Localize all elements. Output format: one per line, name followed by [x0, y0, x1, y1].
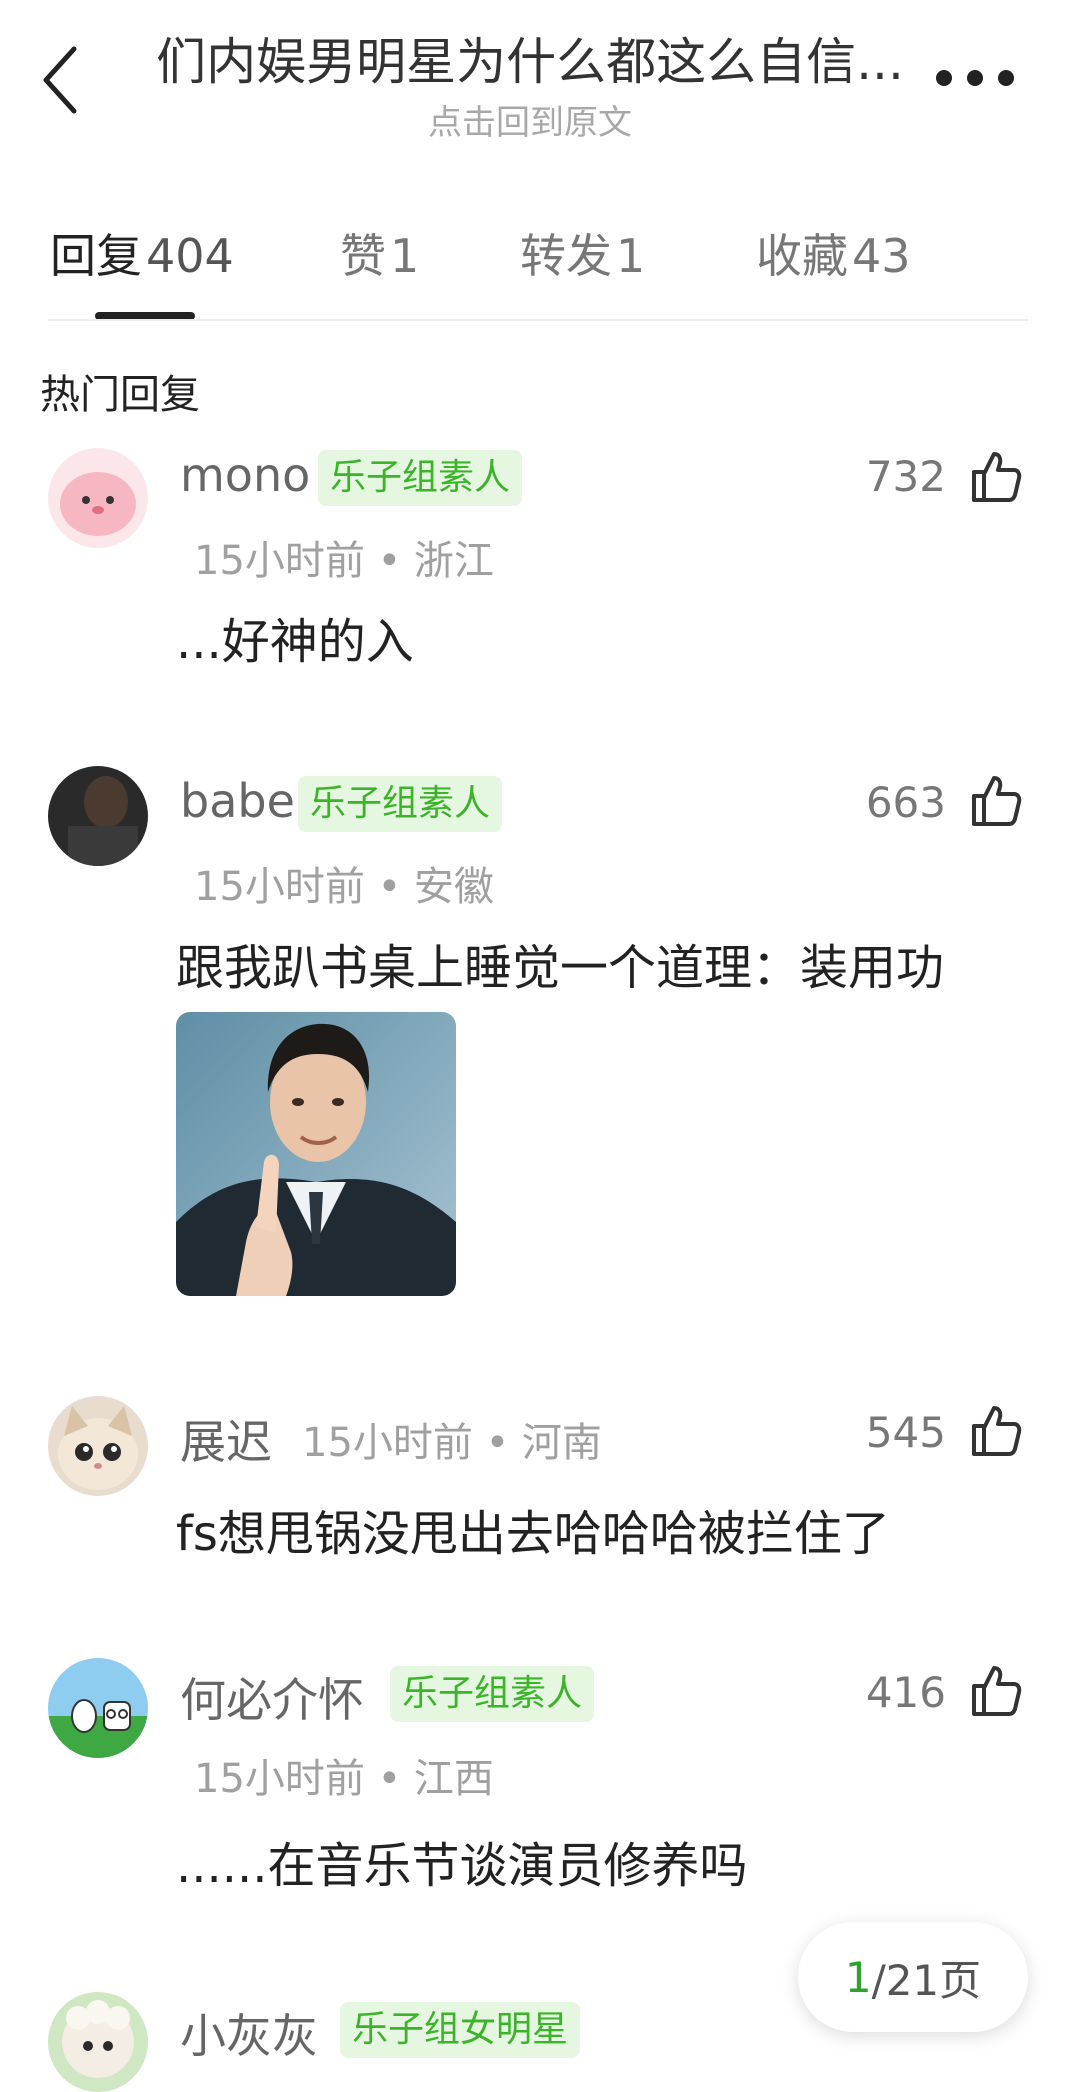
avatar[interactable] — [48, 1396, 148, 1496]
more-dot-icon — [967, 70, 983, 86]
page-indicator[interactable]: 1/21页 — [798, 1922, 1028, 2032]
thumbs-up-icon[interactable] — [968, 772, 1024, 828]
back-button[interactable] — [40, 40, 100, 120]
back-to-original-link[interactable]: 点击回到原文 — [150, 95, 910, 144]
time-location: 15小时前 • 河南 — [302, 1420, 602, 1466]
tab-count: 43 — [852, 229, 911, 283]
tab-bar: 回复404 赞1 转发1 收藏43 — [0, 200, 1076, 320]
avatar[interactable] — [48, 766, 148, 866]
like-count: 416 — [865, 1668, 946, 1717]
comment-text[interactable]: ......在音乐节谈演员修养吗 — [176, 1826, 748, 1896]
like-count: 545 — [865, 1408, 946, 1457]
username[interactable]: mono — [180, 448, 310, 502]
time-location: 15小时前 • 安徽 — [194, 864, 494, 910]
tab-likes[interactable]: 赞1 — [340, 220, 419, 286]
divider — [48, 319, 1028, 321]
avatar[interactable] — [48, 448, 148, 548]
lamb-avatar-icon — [48, 1992, 148, 2092]
user-badge: 乐子组素人 — [318, 450, 523, 506]
tab-label: 回复 — [50, 229, 142, 283]
like-count: 732 — [865, 452, 946, 501]
tab-label: 转发 — [520, 229, 612, 283]
user-badge: 乐子组素人 — [390, 1666, 595, 1722]
hot-replies-heading: 热门回复 — [40, 372, 200, 418]
total-pages: /21页 — [871, 1955, 982, 2005]
chevron-left-icon — [43, 46, 77, 114]
tab-reposts[interactable]: 转发1 — [520, 220, 645, 286]
avatar[interactable] — [48, 1992, 148, 2092]
tab-label: 赞 — [340, 229, 386, 283]
thumbs-up-icon[interactable] — [968, 448, 1024, 504]
username[interactable]: 小灰灰 — [180, 2000, 318, 2066]
comment-text[interactable]: fs想甩锅没甩出去哈哈哈被拦住了 — [176, 1494, 890, 1564]
tab-favorites[interactable]: 收藏43 — [756, 220, 911, 286]
tab-replies[interactable]: 回复404 — [50, 220, 234, 286]
dark-photo-avatar-icon — [48, 766, 148, 866]
tab-label: 收藏 — [756, 229, 848, 283]
current-page: 1 — [844, 1952, 872, 2002]
thumbs-up-icon[interactable] — [968, 1402, 1024, 1458]
avatar[interactable] — [48, 1658, 148, 1758]
like-count: 663 — [865, 778, 946, 827]
kitten-avatar-icon — [48, 1396, 148, 1496]
comment-photo[interactable] — [176, 1012, 456, 1296]
time-location: 15小时前 • 江西 — [194, 1756, 494, 1802]
tab-count: 1 — [616, 229, 646, 283]
post-title[interactable]: 们内娱男明星为什么都这么自信... — [150, 22, 910, 94]
tab-count: 404 — [146, 229, 234, 283]
man-pointing-photo — [176, 1012, 456, 1296]
time-location: 15小时前 • 浙江 — [194, 538, 494, 584]
cartoon-field-avatar-icon — [48, 1658, 148, 1758]
user-badge: 乐子组素人 — [298, 776, 503, 832]
thumbs-up-icon[interactable] — [968, 1662, 1024, 1718]
pink-blob-avatar-icon — [48, 448, 148, 548]
username[interactable]: 何必介怀 — [180, 1664, 364, 1730]
top-bar: 们内娱男明星为什么都这么自信... 点击回到原文 — [0, 0, 1076, 150]
tab-count: 1 — [390, 229, 420, 283]
comment-text[interactable]: 跟我趴书桌上睡觉一个道理：装用功 — [176, 928, 944, 998]
more-dot-icon — [936, 70, 952, 86]
user-badge: 乐子组女明星 — [340, 2002, 581, 2058]
more-dot-icon — [998, 70, 1014, 86]
comment-text[interactable]: ...好神的入 — [176, 602, 414, 672]
more-options-button[interactable] — [930, 60, 1020, 96]
username[interactable]: 展迟 — [180, 1406, 272, 1472]
username[interactable]: babe — [180, 774, 295, 828]
